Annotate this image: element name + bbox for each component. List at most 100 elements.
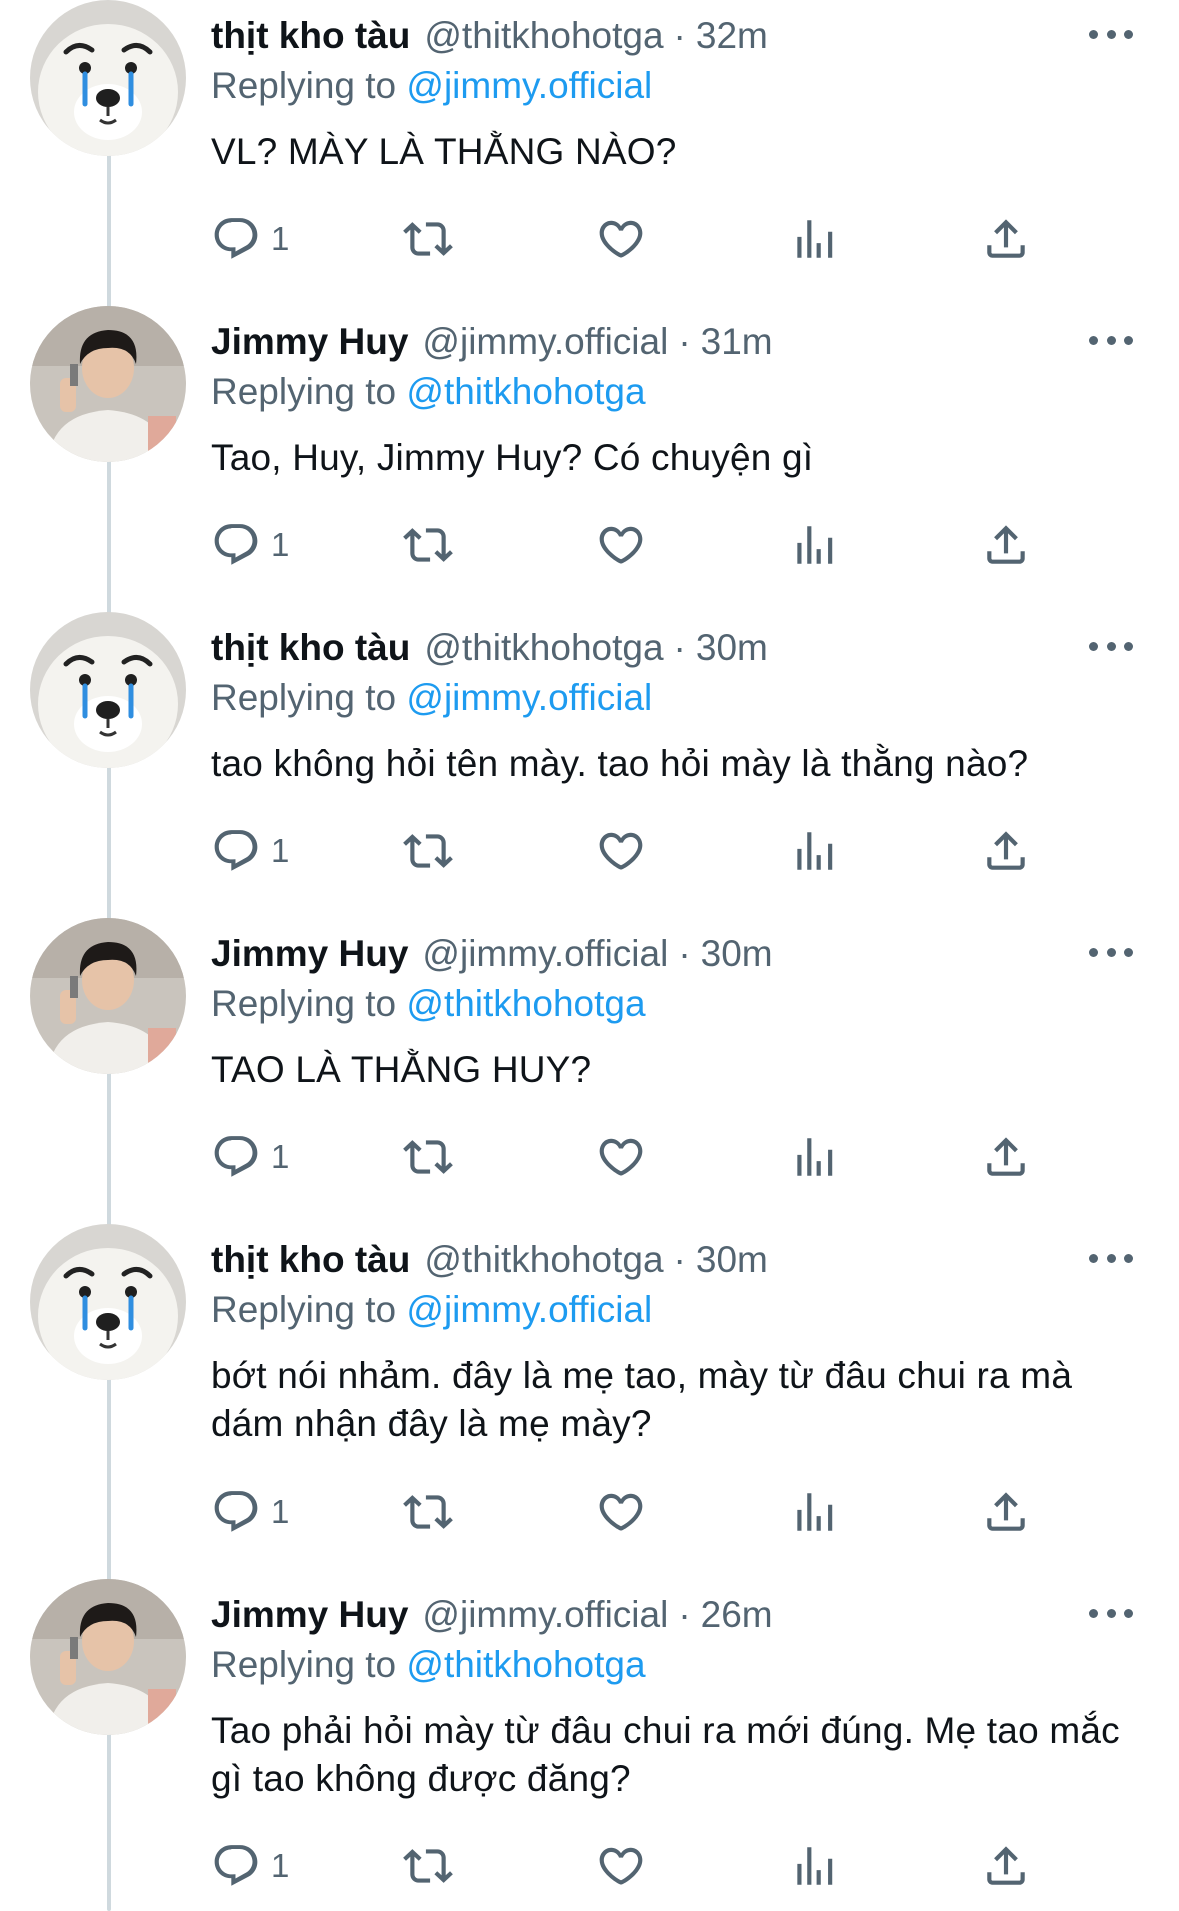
tweet-time[interactable]: 26m xyxy=(701,1593,773,1637)
tweet-time[interactable]: 31m xyxy=(701,320,773,364)
replying-to: Replying to @thitkhohotga xyxy=(211,370,646,414)
replying-to: Replying to @thitkhohotga xyxy=(211,982,646,1026)
tweet-time[interactable]: 30m xyxy=(696,626,768,670)
share-button[interactable] xyxy=(981,515,1031,575)
retweet-button[interactable] xyxy=(403,209,453,269)
tweet: Jimmy Huy @jimmy.official · 31m Replying to … xyxy=(0,306,1179,585)
replying-to-label: Replying to xyxy=(211,1644,397,1685)
reply-count: 1 xyxy=(271,220,290,257)
author-name[interactable]: thịt kho tàu xyxy=(211,14,410,58)
reply-count: 1 xyxy=(271,832,290,869)
analytics-icon xyxy=(789,214,839,264)
more-icon[interactable] xyxy=(1089,1601,1133,1625)
tweet-header: Jimmy Huy @jimmy.official · 26m xyxy=(211,1593,773,1637)
like-button[interactable] xyxy=(596,1482,646,1542)
dog-avatar[interactable] xyxy=(30,1224,186,1380)
author-handle[interactable]: @thitkhohotga xyxy=(424,626,663,670)
share-button[interactable] xyxy=(981,1127,1031,1187)
reply-button[interactable]: 1 xyxy=(211,1482,289,1542)
dog-avatar[interactable] xyxy=(30,0,186,156)
share-button[interactable] xyxy=(981,209,1031,269)
tweet-actions: 1 xyxy=(211,1836,1061,1896)
reply-button[interactable]: 1 xyxy=(211,515,289,575)
tweet-time[interactable]: 32m xyxy=(696,14,768,58)
like-button[interactable] xyxy=(596,821,646,881)
replying-to-mention[interactable]: @thitkhohotga xyxy=(406,983,645,1024)
analytics-button[interactable] xyxy=(789,515,839,575)
replying-to-mention[interactable]: @jimmy.official xyxy=(406,1289,652,1330)
author-name[interactable]: thịt kho tàu xyxy=(211,1238,410,1282)
reply-count: 1 xyxy=(271,1493,290,1530)
replying-to-mention[interactable]: @thitkhohotga xyxy=(406,371,645,412)
replying-to-mention[interactable]: @thitkhohotga xyxy=(406,1644,645,1685)
heart-icon xyxy=(596,1487,646,1537)
author-handle[interactable]: @jimmy.official xyxy=(422,932,668,976)
analytics-icon xyxy=(789,1132,839,1182)
analytics-button[interactable] xyxy=(789,1482,839,1542)
analytics-button[interactable] xyxy=(789,209,839,269)
tweet-text: bớt nói nhảm. đây là mẹ tao, mày từ đâu … xyxy=(211,1355,1073,1444)
reply-button[interactable]: 1 xyxy=(211,821,289,881)
retweet-button[interactable] xyxy=(403,1127,453,1187)
replying-to-mention[interactable]: @jimmy.official xyxy=(406,677,652,718)
more-icon[interactable] xyxy=(1089,1246,1133,1270)
share-button[interactable] xyxy=(981,1482,1031,1542)
retweet-button[interactable] xyxy=(403,821,453,881)
reply-count: 1 xyxy=(271,1847,290,1884)
analytics-button[interactable] xyxy=(789,821,839,881)
retweet-icon xyxy=(403,214,453,264)
author-handle[interactable]: @jimmy.official xyxy=(422,1593,668,1637)
author-name[interactable]: Jimmy Huy xyxy=(211,320,408,364)
replying-to-label: Replying to xyxy=(211,1289,397,1330)
person-avatar[interactable] xyxy=(30,306,186,462)
dog-avatar[interactable] xyxy=(30,612,186,768)
more-icon[interactable] xyxy=(1089,634,1133,658)
tweet-header: thịt kho tàu @thitkhohotga · 30m xyxy=(211,626,768,670)
more-icon[interactable] xyxy=(1089,22,1133,46)
replying-to-mention[interactable]: @jimmy.official xyxy=(406,65,652,106)
analytics-icon xyxy=(789,520,839,570)
tweet: thịt kho tàu @thitkhohotga · 32m Replying to… xyxy=(0,0,1179,279)
reply-button[interactable]: 1 xyxy=(211,1127,289,1187)
replying-to: Replying to @thitkhohotga xyxy=(211,1643,646,1687)
analytics-button[interactable] xyxy=(789,1127,839,1187)
share-button[interactable] xyxy=(981,821,1031,881)
author-handle[interactable]: @thitkhohotga xyxy=(424,1238,663,1282)
retweet-button[interactable] xyxy=(403,1482,453,1542)
tweet-text: tao không hỏi tên mày. tao hỏi mày là th… xyxy=(211,743,1029,784)
like-button[interactable] xyxy=(596,1836,646,1896)
more-icon[interactable] xyxy=(1089,328,1133,352)
person-avatar[interactable] xyxy=(30,1579,186,1735)
author-handle[interactable]: @jimmy.official xyxy=(422,320,668,364)
replying-to: Replying to @jimmy.official xyxy=(211,64,652,108)
tweet-text: VL? MÀY LÀ THẰNG NÀO? xyxy=(211,131,677,172)
more-icon[interactable] xyxy=(1089,940,1133,964)
reply-button[interactable]: 1 xyxy=(211,1836,289,1896)
share-button[interactable] xyxy=(981,1836,1031,1896)
like-button[interactable] xyxy=(596,209,646,269)
author-name[interactable]: Jimmy Huy xyxy=(211,932,408,976)
retweet-button[interactable] xyxy=(403,1836,453,1896)
person-avatar[interactable] xyxy=(30,918,186,1074)
reply-icon xyxy=(211,214,261,264)
author-name[interactable]: thịt kho tàu xyxy=(211,626,410,670)
analytics-icon xyxy=(789,1487,839,1537)
author-name[interactable]: Jimmy Huy xyxy=(211,1593,408,1637)
share-icon xyxy=(981,214,1031,264)
author-handle[interactable]: @thitkhohotga xyxy=(424,14,663,58)
tweet: Jimmy Huy @jimmy.official · 26m Replying to … xyxy=(0,1579,1179,1906)
retweet-icon xyxy=(403,1841,453,1891)
retweet-icon xyxy=(403,1487,453,1537)
reply-icon xyxy=(211,826,261,876)
tweet-time[interactable]: 30m xyxy=(701,932,773,976)
heart-icon xyxy=(596,826,646,876)
tweet-time[interactable]: 30m xyxy=(696,1238,768,1282)
like-button[interactable] xyxy=(596,515,646,575)
like-button[interactable] xyxy=(596,1127,646,1187)
retweet-button[interactable] xyxy=(403,515,453,575)
replying-to-label: Replying to xyxy=(211,983,397,1024)
analytics-button[interactable] xyxy=(789,1836,839,1896)
tweet-actions: 1 xyxy=(211,1482,1061,1542)
reply-button[interactable]: 1 xyxy=(211,209,289,269)
reply-count: 1 xyxy=(271,526,290,563)
